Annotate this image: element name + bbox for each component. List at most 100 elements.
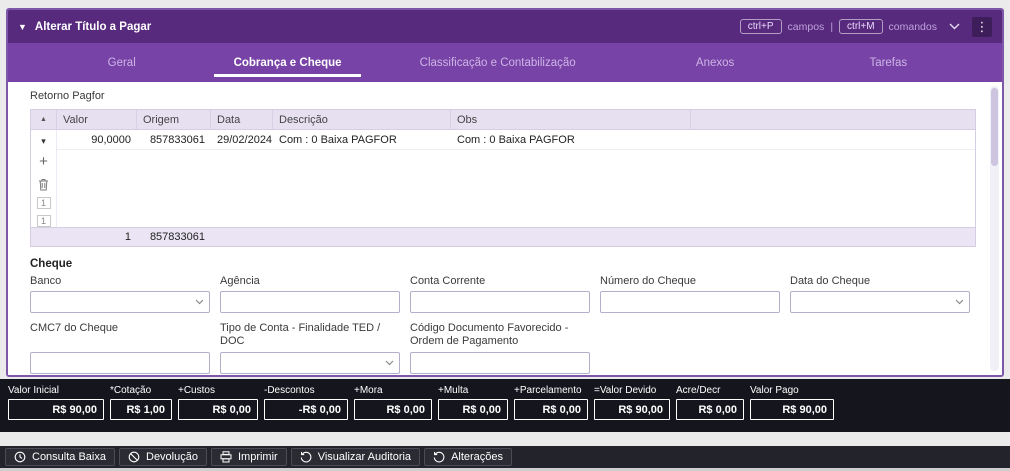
field-numero-do-cheque: Número do Cheque [600, 275, 780, 313]
consulta-baixa-button[interactable]: Consulta Baixa [5, 448, 115, 466]
titulo-a-pagar-window: ▼ Alterar Título a Pagar ctrl+P campos |… [6, 8, 1004, 377]
cell-data: 29/02/2024 [217, 133, 273, 146]
grid-rows: 90,0000 857833061 29/02/2024 Com : 0 Bai… [57, 130, 975, 227]
total-acre-decr-value: R$ 0,00 [676, 399, 744, 420]
history-icon [300, 451, 312, 463]
window-title: Alterar Título a Pagar [34, 20, 152, 33]
cheque-section-label: Cheque [30, 258, 73, 270]
totals-bar: Valor Inicial R$ 90,00 *Cotação R$ 1,00 … [0, 379, 1010, 432]
total-mora-value: R$ 0,00 [354, 399, 432, 420]
total-valor-devido: =Valor Devido R$ 90,00 [594, 385, 670, 420]
grid-header-row: ▲ Valor Origem Data Descrição Obs [31, 110, 975, 130]
history-icon [433, 451, 445, 463]
tabbar: Geral Cobrança e Cheque Classificação e … [8, 43, 1002, 82]
total-custos: +Custos R$ 0,00 [178, 385, 258, 420]
cmc7-input[interactable] [30, 351, 210, 374]
alteracoes-button[interactable]: Alterações [424, 448, 513, 466]
tab-classificacao-e-contabilizacao[interactable]: Classificação e Contabilização [380, 43, 616, 82]
tipo-de-conta-label: Tipo de Conta - Finalidade TED / DOC [220, 321, 381, 347]
field-conta-corrente: Conta Corrente [410, 275, 590, 313]
imprimir-button[interactable]: Imprimir [210, 448, 287, 466]
shortcut-separator: | [830, 20, 834, 33]
clock-icon [14, 451, 26, 463]
grid-pager-button-1[interactable]: 1 [36, 197, 51, 209]
codigo-documento-favorecido-input[interactable] [410, 351, 590, 374]
total-parcelamento-value: R$ 0,00 [514, 399, 588, 420]
collapse-caret-icon[interactable]: ▼ [18, 22, 27, 32]
field-tipo-de-conta: Tipo de Conta - Finalidade TED / DOC [220, 322, 400, 374]
total-parcelamento: +Parcelamento R$ 0,00 [514, 385, 588, 420]
tab-tarefas[interactable]: Tarefas [815, 43, 962, 82]
shortcut-campos-badge: ctrl+P [739, 19, 782, 34]
shortcut-campos-label: campos [787, 20, 825, 33]
grid-pager-button-2[interactable]: 1 [36, 215, 51, 227]
total-multa-value: R$ 0,00 [438, 399, 508, 420]
agencia-label: Agência [220, 275, 260, 287]
numero-do-cheque-label: Número do Cheque [600, 275, 697, 287]
titlebar: ▼ Alterar Título a Pagar ctrl+P campos |… [8, 10, 1002, 43]
total-valor-pago: Valor Pago R$ 90,00 [750, 385, 834, 420]
printer-icon [220, 451, 232, 463]
column-header-origem[interactable]: Origem [137, 110, 211, 129]
vertical-scrollbar[interactable] [990, 86, 999, 371]
tab-geral[interactable]: Geral [48, 43, 195, 82]
cell-obs: Com : 0 Baixa PAGFOR [457, 133, 575, 146]
column-header-data[interactable]: Data [211, 110, 273, 129]
total-valor-pago-value: R$ 90,00 [750, 399, 834, 420]
kebab-menu-icon[interactable]: ⋮ [972, 16, 992, 37]
total-mora: +Mora R$ 0,00 [354, 385, 432, 420]
column-header-descricao[interactable]: Descrição [273, 110, 451, 129]
field-cmc7: CMC7 do Cheque [30, 322, 210, 374]
scrollbar-thumb[interactable] [991, 88, 998, 166]
conta-corrente-input[interactable] [410, 290, 590, 313]
agencia-input[interactable] [220, 290, 400, 313]
cell-valor: 90,0000 [91, 133, 131, 146]
shortcut-comandos-label: comandos [888, 20, 937, 33]
total-acre-decr: Acre/Decr R$ 0,00 [676, 385, 744, 420]
cmc7-label: CMC7 do Cheque [30, 321, 119, 334]
retorno-pagfor-label: Retorno Pagfor [30, 90, 105, 102]
current-row-caret-icon: ▾ [41, 136, 46, 146]
block-icon [128, 451, 140, 463]
banco-label: Banco [30, 275, 62, 287]
devolucao-button[interactable]: Devolução [119, 448, 207, 466]
grid-gutter: ▾ + 1 1 [31, 130, 57, 227]
tab-anexos[interactable]: Anexos [616, 43, 815, 82]
numero-do-cheque-input[interactable] [600, 290, 780, 313]
banco-select[interactable] [30, 290, 210, 313]
content-area: Retorno Pagfor ▲ Valor Origem Data Descr… [8, 82, 1002, 375]
tab-cobranca-e-cheque[interactable]: Cobrança e Cheque [195, 43, 379, 82]
total-valor-inicial: Valor Inicial R$ 90,00 [8, 385, 104, 420]
data-do-cheque-label: Data do Cheque [790, 275, 871, 287]
shortcut-comandos-badge: ctrl+M [839, 19, 883, 34]
grid-footer-row: 1 857833061 [31, 227, 975, 246]
table-row[interactable]: 90,0000 857833061 29/02/2024 Com : 0 Bai… [57, 130, 975, 150]
visualizar-auditoria-button[interactable]: Visualizar Auditoria [290, 448, 421, 466]
total-multa: +Multa R$ 0,00 [438, 385, 508, 420]
column-header-valor[interactable]: Valor [57, 110, 137, 129]
bottom-toolbar: Consulta Baixa Devolução Imprimir Visual… [0, 446, 1010, 468]
total-cotacao-value: R$ 1,00 [110, 399, 172, 420]
total-valor-devido-value: R$ 90,00 [594, 399, 670, 420]
cell-origem: 857833061 [149, 133, 205, 146]
tipo-de-conta-select[interactable] [220, 351, 400, 374]
field-data-do-cheque: Data do Cheque [790, 275, 970, 313]
total-cotacao: *Cotação R$ 1,00 [110, 385, 172, 420]
cell-descricao: Com : 0 Baixa PAGFOR [279, 133, 397, 146]
total-custos-value: R$ 0,00 [178, 399, 258, 420]
footer-row-count: 1 [124, 231, 131, 243]
grid-delete-row-button[interactable] [38, 178, 49, 191]
retorno-pagfor-grid: ▲ Valor Origem Data Descrição Obs ▾ + 1 … [30, 109, 976, 247]
field-banco: Banco [30, 275, 210, 313]
footer-origem-total: 857833061 [149, 231, 205, 243]
data-do-cheque-select[interactable] [790, 290, 970, 313]
total-descontos: -Descontos -R$ 0,00 [264, 385, 348, 420]
total-descontos-value: -R$ 0,00 [264, 399, 348, 420]
grid-add-row-button[interactable]: + [39, 154, 48, 169]
chevron-down-icon[interactable] [943, 23, 966, 30]
sort-asc-icon[interactable]: ▲ [31, 110, 57, 129]
column-header-filler [691, 110, 975, 129]
conta-corrente-label: Conta Corrente [410, 275, 486, 287]
column-header-obs[interactable]: Obs [451, 110, 691, 129]
total-valor-inicial-value: R$ 90,00 [8, 399, 104, 420]
